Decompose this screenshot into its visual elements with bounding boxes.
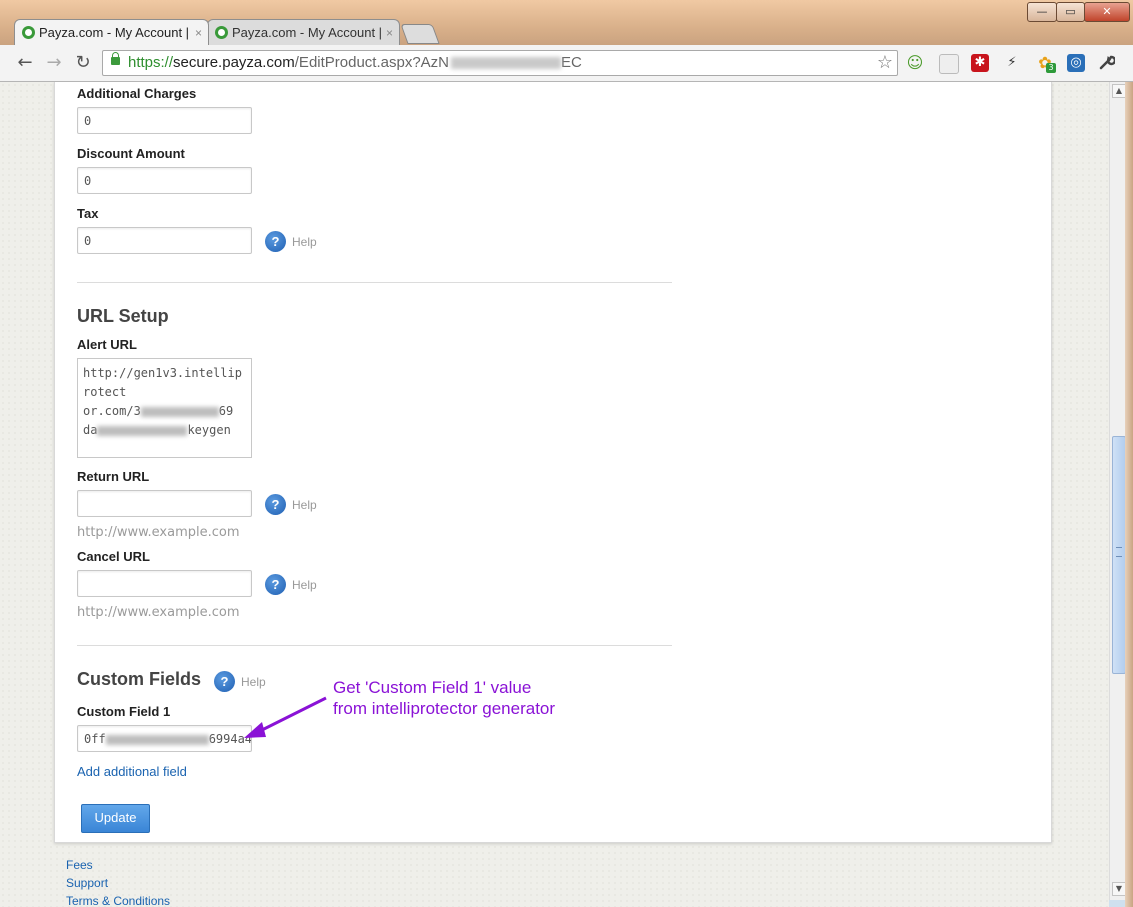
update-button[interactable]: Update — [81, 804, 150, 833]
return-url-help-icon[interactable]: ? — [265, 494, 286, 515]
url-text: https://secure.payza.com/EditProduct.asp… — [128, 54, 582, 71]
cancel-url-hint: http://www.example.com — [77, 605, 240, 620]
custom-field-1-label: Custom Field 1 — [77, 704, 171, 719]
forward-button[interactable]: → — [43, 52, 65, 74]
cancel-url-input[interactable] — [77, 570, 252, 597]
asterisk-extension-icon[interactable]: ✱ — [971, 54, 989, 72]
new-tab-button[interactable] — [400, 24, 440, 44]
additional-charges-input[interactable]: 0 — [77, 107, 252, 134]
scrollbar-thumb[interactable] — [1112, 436, 1126, 674]
tab-title: Payza.com - My Account | — [39, 25, 190, 40]
close-window-button[interactable]: ✕ — [1084, 2, 1130, 22]
page-viewport: Additional Charges 0 Discount Amount 0 T… — [0, 82, 1109, 907]
minimize-button[interactable]: — — [1027, 2, 1057, 22]
flower-extension-icon[interactable]: ✿ 3 — [1036, 54, 1056, 73]
annotation-arrow — [244, 696, 327, 738]
cancel-url-help-link[interactable]: Help — [292, 578, 317, 592]
vertical-scrollbar[interactable]: ▲ ▼ — [1109, 82, 1126, 900]
payza-favicon-icon — [215, 26, 228, 39]
footer-link-terms[interactable]: Terms & Conditions — [66, 894, 170, 907]
extension-badge: 3 — [1046, 63, 1056, 73]
footer-link-fees[interactable]: Fees — [66, 858, 93, 872]
bolt-extension-icon[interactable]: ⚡ — [1003, 54, 1021, 72]
tax-help-icon[interactable]: ? — [265, 231, 286, 252]
tab-title: Payza.com - My Account | — [232, 25, 383, 40]
tab-payza-active[interactable]: Payza.com - My Account | × — [14, 19, 209, 45]
window-frame-right — [1125, 82, 1133, 907]
smiley-icon[interactable]: ☺ — [906, 54, 924, 72]
tab-payza-inactive[interactable]: Payza.com - My Account | × — [207, 19, 400, 45]
return-url-label: Return URL — [77, 469, 150, 484]
discount-amount-input[interactable]: 0 — [77, 167, 252, 194]
return-url-hint: http://www.example.com — [77, 525, 240, 540]
window-title-bar: — ▭ ✕ Payza.com - My Account | × Payza.c… — [0, 0, 1133, 46]
maximize-button[interactable]: ▭ — [1056, 2, 1085, 22]
address-bar[interactable]: https://secure.payza.com/EditProduct.asp… — [102, 50, 898, 76]
bookmark-star-icon[interactable]: ☆ — [877, 51, 893, 75]
annotation-note: Get 'Custom Field 1' value from intellip… — [333, 678, 556, 718]
return-url-input[interactable] — [77, 490, 252, 517]
return-url-help-link[interactable]: Help — [292, 498, 317, 512]
lock-icon — [111, 52, 120, 65]
tab-close-icon[interactable]: × — [386, 20, 393, 46]
cancel-url-label: Cancel URL — [77, 549, 150, 564]
alert-url-label: Alert URL — [77, 337, 137, 352]
reload-button[interactable]: ↻ — [72, 52, 94, 74]
section-divider — [77, 645, 672, 646]
browser-toolbar: ← → ↻ https://secure.payza.com/EditProdu… — [0, 45, 1133, 82]
additional-charges-label: Additional Charges — [77, 86, 197, 101]
blank-extension-icon[interactable] — [939, 54, 959, 74]
payza-favicon-icon — [22, 26, 35, 39]
section-divider — [77, 282, 672, 283]
wrench-icon[interactable] — [1098, 54, 1117, 72]
discount-amount-label: Discount Amount — [77, 146, 185, 161]
custom-fields-help-link[interactable]: Help — [241, 675, 266, 689]
redacted-token — [451, 57, 562, 70]
tax-help-link[interactable]: Help — [292, 235, 317, 249]
url-setup-heading: URL Setup — [77, 306, 169, 326]
footer-link-support[interactable]: Support — [66, 876, 108, 890]
custom-fields-heading: Custom Fields — [77, 669, 202, 689]
tax-input[interactable]: 0 — [77, 227, 252, 254]
scroll-down-arrow-icon[interactable]: ▼ — [1112, 882, 1126, 896]
cancel-url-help-icon[interactable]: ? — [265, 574, 286, 595]
add-additional-field-link[interactable]: Add additional field — [77, 764, 187, 779]
tab-close-icon[interactable]: × — [195, 20, 202, 46]
scroll-grip-icon — [1116, 547, 1122, 557]
alert-url-textarea[interactable]: http://gen1v3.intelliprotect or.com/3 69 … — [77, 358, 252, 458]
scroll-up-arrow-icon[interactable]: ▲ — [1112, 84, 1126, 98]
custom-fields-help-icon[interactable]: ? — [214, 671, 235, 692]
tax-label: Tax — [77, 206, 99, 221]
back-button[interactable]: ← — [14, 52, 36, 74]
target-extension-icon[interactable]: ◎ — [1067, 54, 1085, 72]
custom-field-1-input[interactable]: 0ff 6994a4 — [77, 725, 252, 752]
